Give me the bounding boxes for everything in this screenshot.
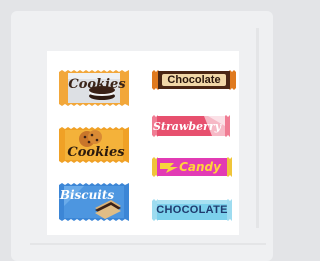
chocolate-wrapper-brown: Chocolate: [152, 70, 236, 90]
biscuits-label: Biscuits: [59, 188, 115, 202]
scroll-track: [256, 28, 259, 228]
chocolate-wrapper-blue: CHOCOLATE: [152, 198, 232, 222]
cookies-label: Cookies: [67, 144, 125, 160]
candy-wrapper: Candy: [152, 156, 232, 178]
chocolate-label: CHOCOLATE: [156, 203, 228, 216]
strawberry-wrapper: Strawberry: [152, 114, 230, 138]
biscuits-wrapper: Biscuits: [59, 182, 129, 222]
cookies-wrapper-orange: Cookies: [59, 69, 129, 107]
divider: [30, 243, 266, 245]
candy-label: Candy: [179, 160, 221, 174]
strawberry-label: Strawberry: [152, 119, 222, 133]
cookies-wrapper-gold: Cookies: [59, 126, 129, 164]
chocolate-label: Chocolate: [167, 73, 221, 86]
cookies-label: Cookies: [68, 76, 126, 92]
